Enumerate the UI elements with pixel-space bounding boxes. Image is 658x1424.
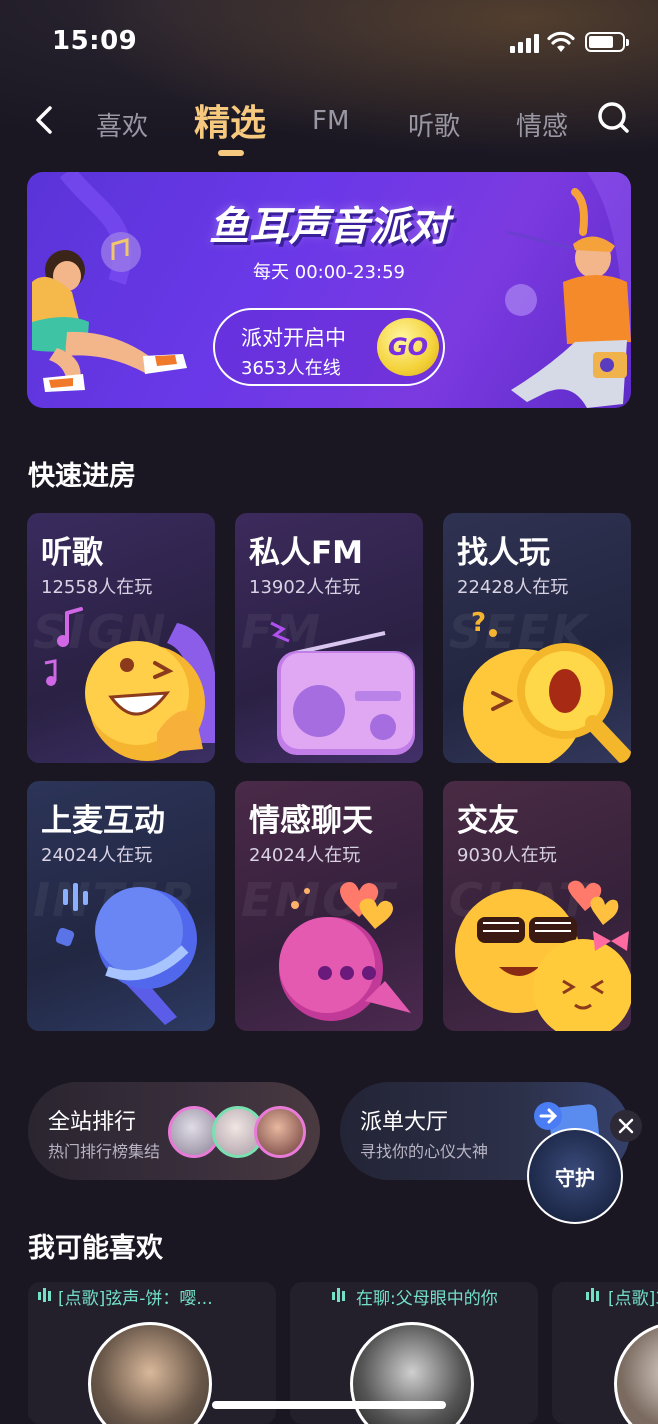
live-audio-icon [332,1288,345,1302]
active-tab-indicator [218,150,244,156]
card-count: 24024人在玩 [249,845,361,866]
banner-schedule: 每天 00:00-23:59 [253,262,405,283]
order-hall-subtitle: 寻找你的心仪大神 [360,1142,489,1161]
status-time: 15:09 [52,26,138,56]
card-name: 听歌 [41,535,103,571]
tab-featured[interactable]: 精选 [194,94,266,146]
leaderboard-subtitle: 热门排行榜集结 [48,1142,161,1161]
card-count: 13902人在玩 [249,577,361,598]
wifi-icon [547,31,575,52]
card-count: 22428人在玩 [457,577,569,598]
card-count: 9030人在玩 [457,845,557,866]
svg-text:?: ? [471,608,486,638]
party-banner[interactable]: 鱼耳声音派对 每天 00:00-23:59 派对开启中 3653人在线 GO [27,172,631,408]
top-nav: 喜欢 精选 FM 听歌 情感 [0,84,658,164]
avatar [88,1322,212,1424]
status-bar: 15:09 [0,0,658,84]
avatar [614,1322,658,1424]
cellular-signal-icon [510,33,540,53]
room-card-find-people[interactable]: SEEK ? 找人玩 22428人在玩 [443,513,631,763]
live-audio-icon [38,1288,51,1302]
recommend-room-text: [点歌]3 [608,1289,658,1309]
room-card-music[interactable]: SIGN 听歌 12558人在玩 [27,513,215,763]
card-name: 交友 [457,803,519,839]
guard-floating-button[interactable]: 守护 [527,1128,623,1224]
room-card-private-fm[interactable]: FM 私人FM 13902人在玩 [235,513,423,763]
party-online-count: 3653人在线 [241,358,341,379]
recommend-title: 我可能喜欢 [28,1233,163,1264]
tab-like[interactable]: 喜欢 [96,106,148,143]
close-icon[interactable] [610,1110,642,1142]
banner-title: 鱼耳声音派对 [209,204,449,250]
battery-icon [585,32,629,52]
recommend-card[interactable]: [点歌]3 [552,1282,658,1424]
party-status: 派对开启中 [241,326,346,350]
live-audio-icon [586,1288,599,1302]
quick-rooms-title: 快速进房 [28,461,136,492]
home-indicator[interactable] [212,1401,446,1409]
tab-fm[interactable]: FM [312,106,349,136]
order-hall-title: 派单大厅 [360,1110,449,1135]
avatar [254,1106,306,1158]
recommend-room-text: 在聊:父母眼中的你 [356,1289,498,1309]
room-card-emotion-chat[interactable]: EMOT 情感聊天 24024人在玩 [235,781,423,1031]
back-icon[interactable] [26,100,66,140]
party-join-button[interactable]: 派对开启中 3653人在线 GO [213,308,445,386]
card-count: 12558人在玩 [41,577,153,598]
card-count: 24024人在玩 [41,845,153,866]
room-card-make-friends[interactable]: CHAT 交友 9030人在玩 [443,781,631,1031]
search-icon[interactable] [594,98,634,138]
leaderboard-title: 全站排行 [48,1110,137,1135]
go-button[interactable]: GO [377,318,439,376]
card-name: 找人玩 [457,535,550,571]
tab-music[interactable]: 听歌 [408,106,460,143]
tab-emotion[interactable]: 情感 [516,106,568,143]
card-name: 情感聊天 [249,803,373,839]
guard-label: 守护 [555,1166,595,1190]
card-name: 私人FM [249,535,364,571]
leaderboard-entry[interactable]: 全站排行 热门排行榜集结 [28,1082,320,1180]
recommend-room-text: [点歌]弦声-饼：嘤... [58,1289,213,1309]
card-name: 上麦互动 [41,803,165,839]
room-card-mic-interaction[interactable]: INTER 上麦互动 24024人在玩 [27,781,215,1031]
